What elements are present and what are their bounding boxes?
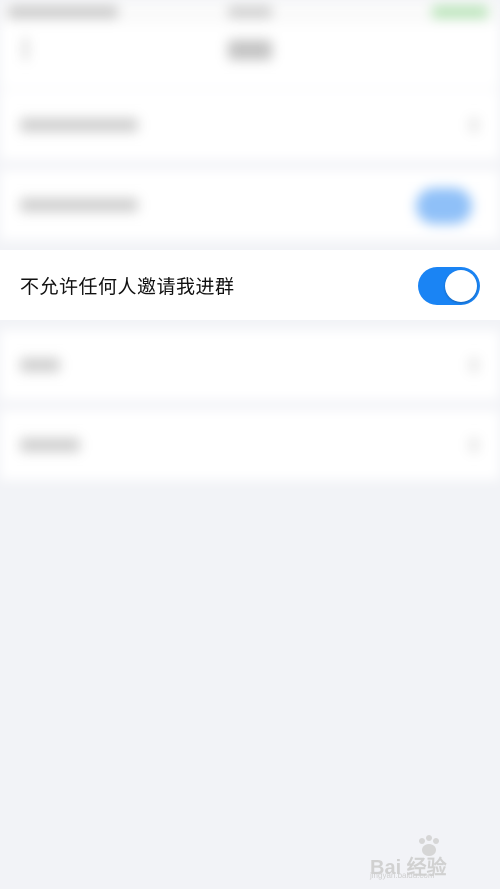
setting-label: 不允许任何人邀请我进群	[20, 276, 235, 298]
toggle-knob	[445, 270, 477, 302]
settings-row-1-label	[20, 118, 138, 132]
page-title	[228, 40, 272, 60]
nav-bar	[0, 24, 500, 88]
status-bar-left	[8, 6, 118, 18]
status-bar-time	[228, 6, 272, 18]
back-icon[interactable]	[24, 38, 41, 60]
status-bar	[0, 0, 500, 24]
settings-row-4[interactable]	[0, 410, 500, 480]
settings-row-4-label	[20, 438, 80, 452]
blurred-background	[0, 0, 500, 889]
watermark: Bai 经验 jingyan.baidu.com	[370, 835, 490, 881]
setting-row-no-group-invite[interactable]: 不允许任何人邀请我进群	[0, 250, 500, 320]
watermark-url: jingyan.baidu.com	[370, 871, 435, 880]
settings-row-1[interactable]	[0, 90, 500, 160]
chevron-right-icon	[470, 358, 478, 372]
battery-icon	[432, 6, 488, 18]
chevron-right-icon	[470, 438, 478, 452]
settings-row-2[interactable]	[0, 170, 500, 240]
settings-row-3[interactable]	[0, 330, 500, 400]
settings-row-3-label	[20, 358, 60, 372]
settings-row-2-toggle[interactable]	[416, 188, 472, 224]
chevron-right-icon	[470, 118, 478, 132]
group-invite-toggle[interactable]	[418, 267, 480, 305]
settings-row-2-label	[20, 198, 138, 212]
